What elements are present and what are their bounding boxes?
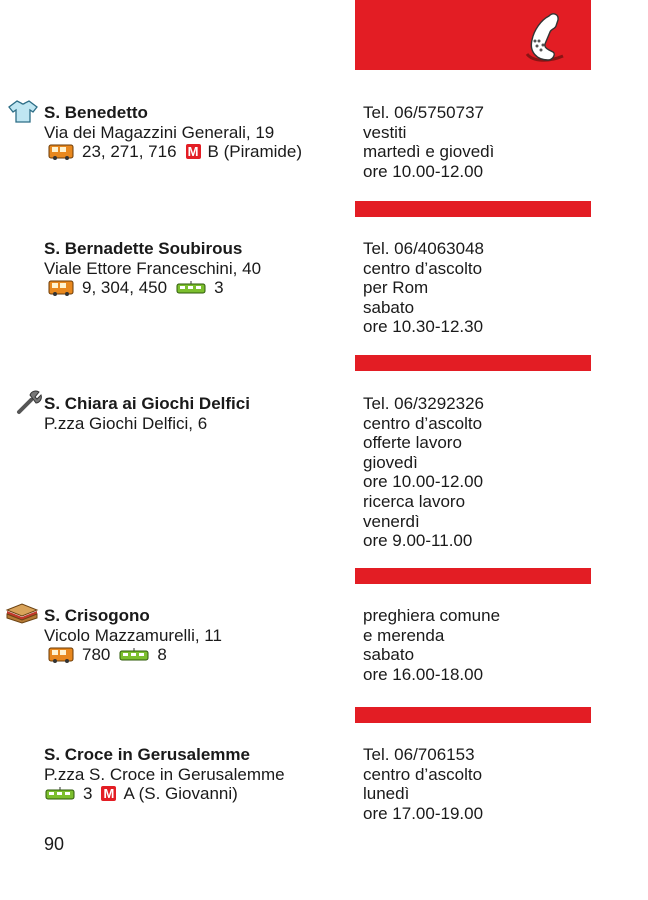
info-days: venerdì: [363, 511, 420, 531]
tram-icon: [176, 280, 206, 294]
info-service: centro d’ascolto: [363, 258, 483, 278]
info-phone: Tel. 06/3292326: [363, 394, 484, 413]
tram-icon: [119, 647, 149, 661]
info-hours: ore 10.00-12.00: [363, 472, 484, 492]
info-hours: ore 17.00-19.00: [363, 803, 484, 823]
bus-lines: 780: [82, 645, 111, 665]
entry-name: S. Benedetto: [44, 103, 148, 122]
info-target: per Rom: [363, 278, 429, 298]
tram-line: 3: [83, 784, 93, 804]
info-hours: ore 9.00-11.00: [363, 531, 473, 551]
sandwich-icon: [5, 603, 39, 624]
bus-lines: 9, 304, 450: [82, 278, 168, 298]
bus-icon: [48, 144, 74, 160]
tram-line: 3: [214, 278, 224, 298]
entry-address: P.zza S. Croce in Gerusalemme: [44, 764, 285, 784]
info-days: sabato: [363, 297, 415, 317]
entry-address: Viale Ettore Franceschini, 40: [44, 258, 262, 278]
metro-line: B (Piramide): [207, 142, 302, 162]
entry-address: P.zza Giochi Delfici, 6: [44, 413, 208, 433]
info-days: martedì e giovedì: [363, 142, 495, 162]
entry-address: Via dei Magazzini Generali, 19: [44, 122, 275, 142]
clothes-shirt-icon: [8, 100, 38, 123]
info-phone: Tel. 06/5750737: [363, 103, 484, 122]
transit-line: 23, 271, 716 M B (Piramide): [44, 142, 349, 162]
info-search: ricerca lavoro: [363, 491, 466, 511]
entry-name: S. Chiara ai Giochi Delfici: [44, 394, 250, 413]
info-phone: Tel. 06/706153: [363, 745, 475, 764]
metro-icon: M: [101, 786, 117, 802]
tram-icon: [45, 786, 75, 800]
info-service: preghiera comune: [363, 606, 501, 625]
info-hours: ore 10.30-12.30: [363, 317, 484, 337]
tram-line: 8: [157, 645, 167, 665]
entry-name: S. Bernadette Soubirous: [44, 239, 243, 258]
metro-line: A (S. Giovanni): [123, 784, 238, 804]
page-number: 90: [44, 834, 65, 854]
divider-bar: [355, 355, 591, 371]
metro-icon: M: [185, 144, 201, 160]
info-days: lunedì: [363, 784, 410, 804]
wrench-icon: [17, 390, 42, 414]
info-days: giovedì: [363, 452, 418, 472]
info-days: sabato: [363, 645, 415, 665]
bus-lines: 23, 271, 716: [82, 142, 177, 162]
telephone-icon: [525, 13, 564, 62]
divider-bar: [355, 707, 591, 723]
info-service: centro d’ascolto: [363, 764, 483, 784]
entry-name: S. Croce in Gerusalemme: [44, 745, 250, 764]
bus-icon: [48, 280, 74, 296]
transit-line: 9, 304, 450 3: [44, 278, 349, 298]
info-service: vestiti: [363, 122, 407, 142]
info-service: e merenda: [363, 625, 445, 645]
info-offer: offerte lavoro: [363, 433, 462, 453]
divider-bar: [355, 201, 591, 217]
info-service: centro d’ascolto: [363, 413, 483, 433]
transit-line: 780 8: [44, 645, 349, 665]
info-hours: ore 16.00-18.00: [363, 664, 484, 684]
transit-line: 3 M A (S. Giovanni): [44, 784, 349, 804]
entry-name: S. Crisogono: [44, 606, 150, 625]
info-phone: Tel. 06/4063048: [363, 239, 484, 258]
info-hours: ore 10.00-12.00: [363, 161, 484, 181]
entry-address: Vicolo Mazzamurelli, 11: [44, 625, 222, 645]
divider-bar: [355, 568, 591, 584]
bus-icon: [48, 647, 74, 663]
